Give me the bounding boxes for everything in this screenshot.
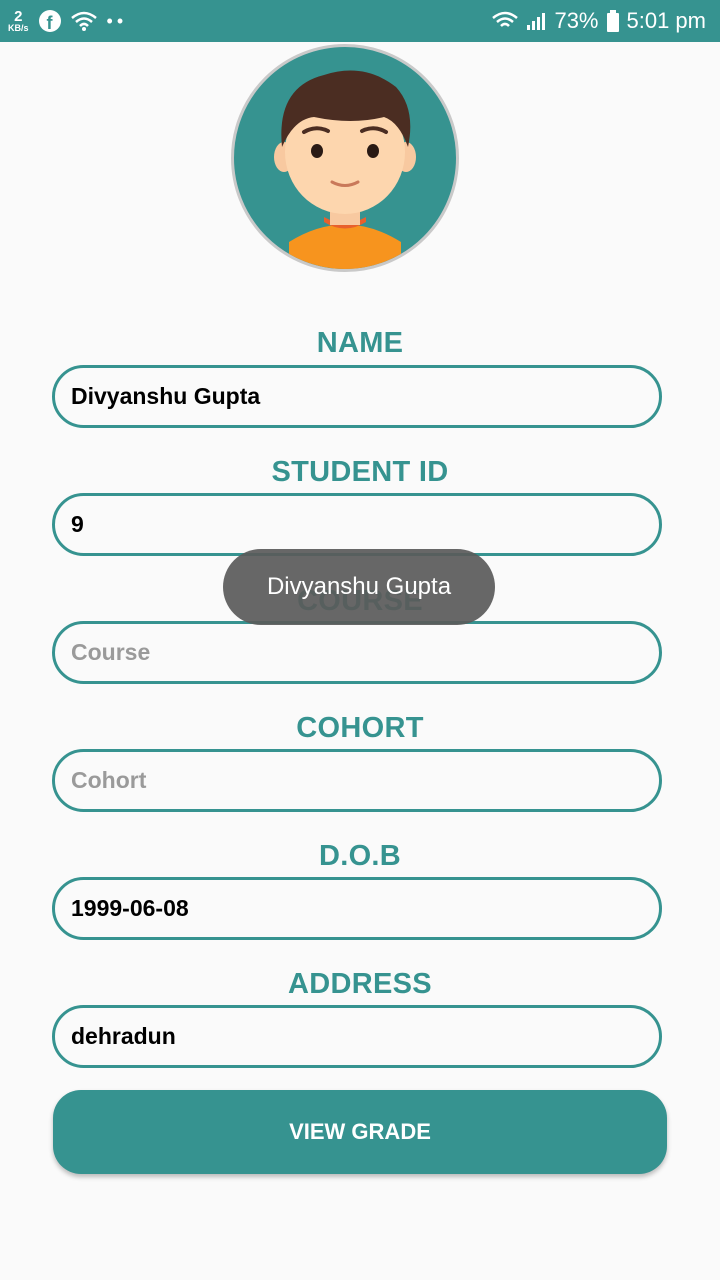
profile-avatar [231, 44, 459, 272]
student-id-value: 9 [71, 511, 84, 537]
boy-avatar-icon [274, 70, 416, 269]
student-id-label: STUDENT ID [271, 456, 449, 488]
name-value: Divyanshu Gupta [71, 383, 261, 409]
name-field[interactable]: Divyanshu Gupta [52, 365, 662, 428]
status-left: 2 KB/s f •• [8, 0, 127, 42]
battery-percent: 73% [554, 8, 599, 33]
course-placeholder: Course [71, 639, 151, 665]
wifi-icon [70, 11, 97, 31]
address-field[interactable]: dehradun [52, 1005, 662, 1068]
cohort-placeholder: Cohort [71, 767, 147, 793]
facebook-icon: f [38, 10, 61, 32]
address-value: dehradun [71, 1023, 176, 1049]
toast-message: Divyanshu Gupta [223, 549, 495, 625]
cohort-field[interactable]: Cohort [52, 749, 662, 812]
dob-label: D.O.B [318, 840, 402, 872]
cell-signal-icon [527, 13, 546, 30]
data-rate-value: 2 [14, 8, 23, 25]
status-bar: 2 KB/s f •• 73% 5:01 pm [0, 0, 720, 42]
address-label: ADDRESS [288, 968, 432, 1000]
more-notifications-icon: •• [106, 10, 128, 31]
student-id-field[interactable]: 9 [52, 493, 662, 556]
battery-icon [606, 10, 619, 32]
wifi-signal-icon [492, 11, 519, 27]
cohort-label: COHORT [296, 712, 424, 744]
dob-field[interactable]: 1999-06-08 [52, 877, 662, 940]
status-right: 73% 5:01 pm [492, 0, 706, 42]
data-rate-unit: KB/s [8, 23, 29, 33]
clock: 5:01 pm [626, 8, 707, 33]
dob-value: 1999-06-08 [71, 895, 189, 921]
view-grade-button[interactable]: VIEW GRADE [53, 1090, 667, 1174]
data-rate-indicator: 2 KB/s [8, 9, 29, 33]
name-label: NAME [316, 327, 404, 359]
course-field[interactable]: Course [52, 621, 662, 684]
